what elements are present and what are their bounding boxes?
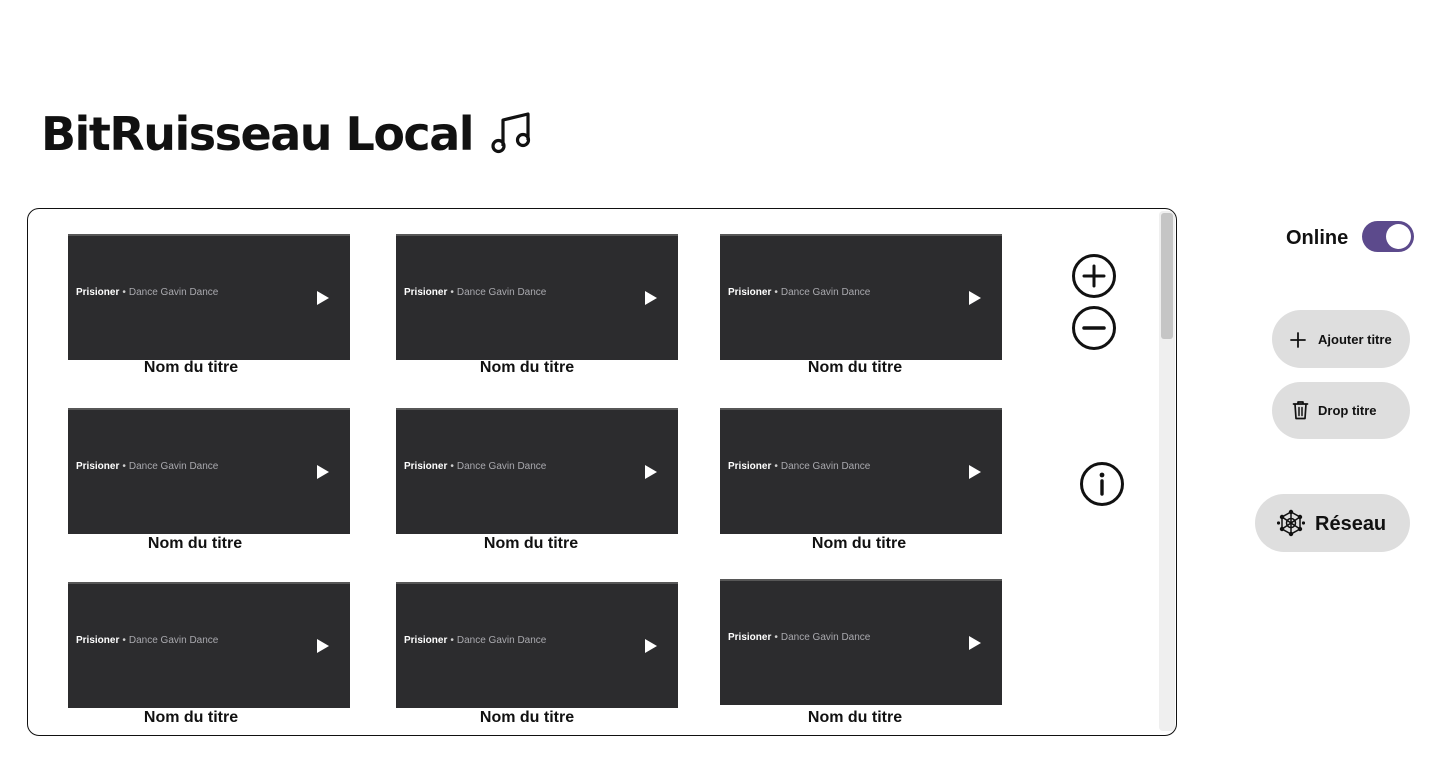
track-artist: Dance Gavin Dance — [780, 461, 871, 472]
play-icon[interactable] — [312, 462, 332, 482]
playlist-panel: Prisioner • Dance Gavin Dance Nom du titre… — [27, 208, 1177, 736]
track-song: Prisioner — [728, 461, 772, 472]
track-card[interactable]: Prisioner • Dance Gavin Dance — [396, 234, 678, 360]
track-title: Nom du titre — [143, 709, 239, 726]
network-button[interactable]: Réseau — [1255, 494, 1410, 552]
track-separator: • — [122, 635, 126, 646]
play-icon[interactable] — [964, 462, 984, 482]
add-title-button[interactable]: Ajouter titre — [1272, 310, 1410, 368]
track-artist: Dance Gavin Dance — [128, 461, 219, 472]
track-song: Prisioner — [728, 632, 772, 643]
track-separator: • — [450, 287, 454, 298]
track-artist: Dance Gavin Dance — [456, 635, 547, 646]
play-icon[interactable] — [640, 462, 660, 482]
plus-icon — [1289, 331, 1307, 349]
track-song: Prisioner — [404, 287, 448, 298]
track-title: Nom du titre — [483, 535, 579, 552]
plus-circle-icon[interactable] — [1071, 253, 1117, 299]
track-song: Prisioner — [76, 635, 120, 646]
track-artist: Dance Gavin Dance — [456, 461, 547, 472]
track-song: Prisioner — [728, 287, 772, 298]
track-card[interactable]: Prisioner • Dance Gavin Dance — [720, 234, 1002, 360]
network-label: Réseau — [1315, 513, 1387, 535]
track-title: Nom du titre — [147, 535, 243, 552]
track-info: Prisioner • Dance Gavin Dance — [728, 286, 870, 300]
track-card[interactable]: Prisioner • Dance Gavin Dance — [720, 408, 1002, 534]
play-icon[interactable] — [964, 288, 984, 308]
play-icon[interactable] — [640, 288, 660, 308]
track-info: Prisioner • Dance Gavin Dance — [76, 634, 218, 648]
online-label: Online — [1286, 227, 1349, 249]
track-artist: Dance Gavin Dance — [780, 287, 871, 298]
track-card[interactable]: Prisioner • Dance Gavin Dance — [68, 582, 350, 708]
trash-icon — [1292, 400, 1309, 420]
track-info: Prisioner • Dance Gavin Dance — [404, 286, 546, 300]
network-icon — [1277, 509, 1305, 537]
track-title: Nom du titre — [143, 359, 239, 376]
scrollbar-thumb[interactable] — [1161, 213, 1173, 339]
app-title: BitRuisseau Local — [41, 107, 475, 161]
track-artist: Dance Gavin Dance — [128, 635, 219, 646]
play-icon[interactable] — [312, 636, 332, 656]
track-song: Prisioner — [76, 461, 120, 472]
track-separator: • — [122, 461, 126, 472]
track-artist: Dance Gavin Dance — [456, 287, 547, 298]
play-icon[interactable] — [964, 633, 984, 653]
track-info: Prisioner • Dance Gavin Dance — [404, 460, 546, 474]
track-artist: Dance Gavin Dance — [128, 287, 219, 298]
drop-title-button[interactable]: Drop titre — [1272, 382, 1410, 439]
track-artist: Dance Gavin Dance — [780, 632, 871, 643]
track-info: Prisioner • Dance Gavin Dance — [76, 460, 218, 474]
track-song: Prisioner — [76, 287, 120, 298]
track-info: Prisioner • Dance Gavin Dance — [404, 634, 546, 648]
track-title: Nom du titre — [811, 535, 907, 552]
track-card[interactable]: Prisioner • Dance Gavin Dance — [396, 582, 678, 708]
track-card[interactable]: Prisioner • Dance Gavin Dance — [396, 408, 678, 534]
track-separator: • — [450, 635, 454, 646]
track-title: Nom du titre — [807, 709, 903, 726]
track-separator: • — [450, 461, 454, 472]
track-separator: • — [774, 461, 778, 472]
track-info: Prisioner • Dance Gavin Dance — [728, 460, 870, 474]
drop-title-label: Drop titre — [1318, 403, 1377, 418]
track-song: Prisioner — [404, 461, 448, 472]
track-separator: • — [122, 287, 126, 298]
track-title: Nom du titre — [479, 709, 575, 726]
track-card[interactable]: Prisioner • Dance Gavin Dance — [68, 408, 350, 534]
toggle-knob — [1386, 224, 1411, 249]
play-icon[interactable] — [640, 636, 660, 656]
track-info: Prisioner • Dance Gavin Dance — [76, 286, 218, 300]
track-title: Nom du titre — [807, 359, 903, 376]
music-note-icon — [490, 112, 534, 154]
track-title: Nom du titre — [479, 359, 575, 376]
track-info: Prisioner • Dance Gavin Dance — [728, 631, 870, 645]
minus-circle-icon[interactable] — [1071, 305, 1117, 351]
track-song: Prisioner — [404, 635, 448, 646]
scrollbar[interactable] — [1159, 211, 1175, 731]
track-card[interactable]: Prisioner • Dance Gavin Dance — [720, 579, 1002, 705]
track-separator: • — [774, 632, 778, 643]
online-toggle[interactable] — [1362, 221, 1414, 252]
add-title-label: Ajouter titre — [1318, 332, 1392, 347]
track-separator: • — [774, 287, 778, 298]
track-card[interactable]: Prisioner • Dance Gavin Dance — [68, 234, 350, 360]
play-icon[interactable] — [312, 288, 332, 308]
info-circle-icon[interactable] — [1079, 461, 1125, 507]
